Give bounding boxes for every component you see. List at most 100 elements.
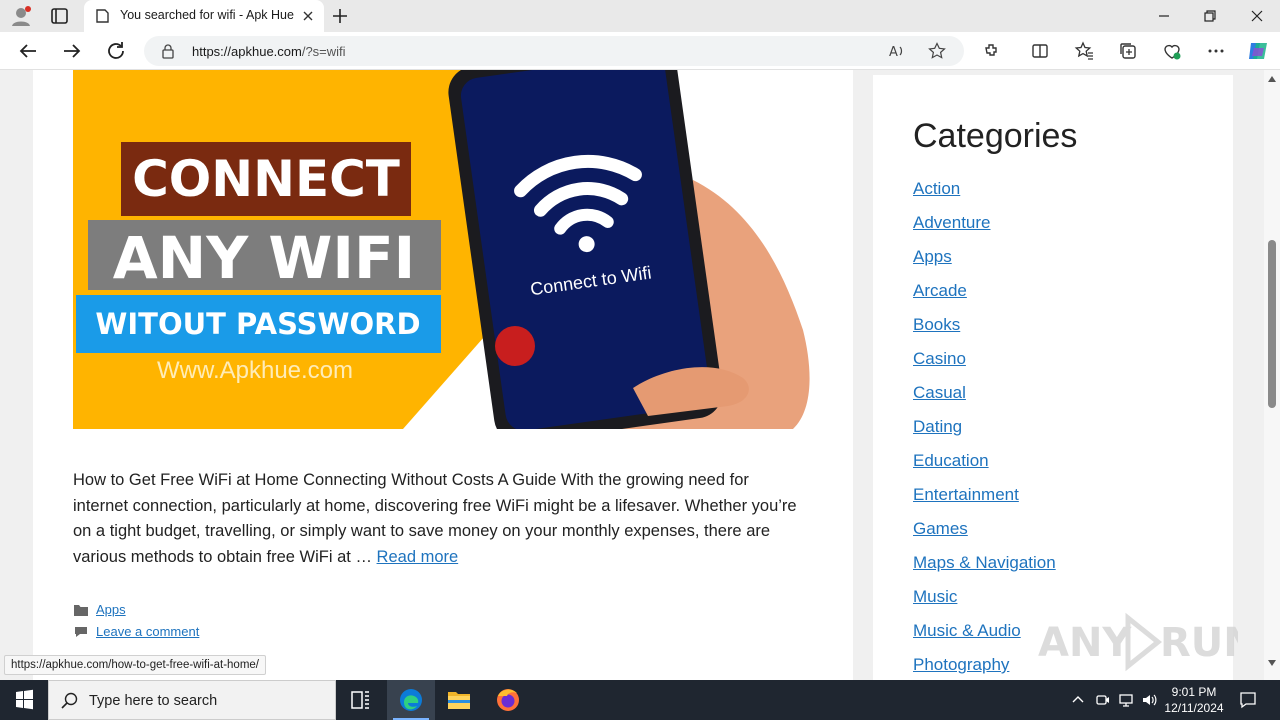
- edge-browser-icon: [400, 689, 422, 711]
- refresh-icon[interactable]: [104, 39, 128, 63]
- close-window-icon[interactable]: [1245, 4, 1269, 28]
- url-text: https://apkhue.com/?s=wifi: [192, 44, 346, 59]
- notifications-icon[interactable]: [1238, 690, 1258, 710]
- category-item: Adventure: [913, 213, 1056, 247]
- scroll-thumb[interactable]: [1268, 240, 1276, 408]
- url-field[interactable]: https://apkhue.com/?s=wifi A: [144, 36, 964, 66]
- profile-avatar-icon[interactable]: [10, 5, 32, 27]
- minimize-icon[interactable]: [1152, 4, 1176, 28]
- forward-arrow-icon[interactable]: [60, 39, 84, 63]
- category-item: Entertainment: [913, 485, 1056, 519]
- new-tab-icon[interactable]: [330, 6, 350, 26]
- taskbar-search-box[interactable]: Type here to search: [48, 680, 336, 720]
- clock-date: 12/11/2024: [1164, 701, 1224, 715]
- category-item: Education: [913, 451, 1056, 485]
- category-link-apps[interactable]: Apps: [913, 247, 952, 266]
- category-link-entertainment[interactable]: Entertainment: [913, 485, 1019, 504]
- copilot-icon[interactable]: [1246, 39, 1270, 63]
- windows-start-icon[interactable]: [0, 680, 48, 720]
- url-path: /?s=wifi: [301, 44, 346, 59]
- category-item: Maps & Navigation: [913, 553, 1056, 587]
- category-link-dating[interactable]: Dating: [913, 417, 962, 436]
- volume-icon[interactable]: [1141, 692, 1157, 708]
- active-tab[interactable]: You searched for wifi - Apk Hue: [84, 0, 324, 32]
- lock-icon[interactable]: [160, 43, 176, 59]
- category-link[interactable]: Apps: [96, 602, 126, 617]
- page-scrollbar[interactable]: [1264, 70, 1280, 680]
- extensions-icon[interactable]: [982, 41, 1002, 61]
- category-item: Casual: [913, 383, 1056, 417]
- scroll-up-arrow-icon[interactable]: [1268, 76, 1276, 82]
- svg-text:RUN: RUN: [1160, 620, 1238, 666]
- add-favorite-star-icon[interactable]: [928, 42, 946, 60]
- sidebar-categories-widget: Categories Action Adventure Apps Arcade …: [873, 75, 1233, 680]
- anyrun-watermark-logo: ANY RUN: [1038, 612, 1238, 672]
- edge-taskbar-button[interactable]: [387, 680, 435, 720]
- read-aloud-icon[interactable]: A: [888, 42, 906, 60]
- collections-icon[interactable]: [1118, 41, 1138, 61]
- back-arrow-icon[interactable]: [16, 39, 40, 63]
- folder-icon: [74, 605, 88, 616]
- restore-icon[interactable]: [1198, 4, 1222, 28]
- category-link-arcade[interactable]: Arcade: [913, 281, 967, 300]
- category-link-action[interactable]: Action: [913, 179, 960, 198]
- category-item: Music: [913, 587, 1056, 621]
- category-item: Music & Audio: [913, 621, 1056, 655]
- leave-comment-link[interactable]: Leave a comment: [96, 624, 199, 639]
- category-link-casual[interactable]: Casual: [913, 383, 966, 402]
- split-screen-icon[interactable]: [1030, 41, 1050, 61]
- link-status-tooltip: https://apkhue.com/how-to-get-free-wifi-…: [4, 655, 266, 675]
- firefox-icon[interactable]: [484, 680, 532, 720]
- system-clock[interactable]: 9:01 PM 12/11/2024: [1158, 684, 1230, 716]
- file-explorer-icon[interactable]: [435, 680, 483, 720]
- task-view-icon[interactable]: [336, 680, 384, 720]
- category-link-photography[interactable]: Photography: [913, 655, 1009, 674]
- category-item: Photography: [913, 655, 1056, 680]
- more-options-icon[interactable]: [1206, 41, 1226, 61]
- category-item: Action: [913, 179, 1056, 213]
- show-hidden-icons-chevron-icon[interactable]: [1070, 692, 1086, 708]
- category-link-games[interactable]: Games: [913, 519, 968, 538]
- category-link-adventure[interactable]: Adventure: [913, 213, 991, 232]
- close-tab-icon[interactable]: [300, 8, 316, 24]
- scroll-down-arrow-icon[interactable]: [1268, 660, 1276, 666]
- search-icon: [61, 692, 78, 709]
- browser-essentials-icon[interactable]: [1162, 41, 1182, 61]
- category-item: Apps: [913, 247, 1056, 281]
- read-more-link[interactable]: Read more: [377, 548, 459, 566]
- category-item: Arcade: [913, 281, 1056, 315]
- tab-actions-icon[interactable]: [48, 6, 72, 26]
- category-link-maps-navigation[interactable]: Maps & Navigation: [913, 553, 1056, 572]
- category-item: Games: [913, 519, 1056, 553]
- category-item: Casino: [913, 349, 1056, 383]
- windows-taskbar: Type here to search 9:01 PM 12/11/2024: [0, 680, 1280, 720]
- clock-time: 9:01 PM: [1171, 685, 1217, 699]
- meet-now-icon[interactable]: [1095, 692, 1111, 708]
- hero-line2: ANY WIFI: [113, 224, 415, 292]
- favorites-icon[interactable]: [1074, 41, 1094, 61]
- hero-site-watermark: Www.Apkhue.com: [157, 357, 353, 384]
- category-link-music-audio[interactable]: Music & Audio: [913, 621, 1021, 640]
- network-icon[interactable]: [1118, 692, 1134, 708]
- category-item: Dating: [913, 417, 1056, 451]
- search-result-article: Connect to Wifi CONNECT ANY WIFI WITOUT …: [33, 70, 853, 680]
- article-excerpt: How to Get Free WiFi at Home Connecting …: [73, 468, 803, 570]
- category-link-music[interactable]: Music: [913, 587, 957, 606]
- tab-title: You searched for wifi - Apk Hue: [120, 8, 294, 22]
- url-host: https://apkhue.com: [192, 44, 302, 59]
- categories-heading: Categories: [913, 117, 1078, 155]
- search-placeholder: Type here to search: [89, 693, 218, 709]
- tab-strip: You searched for wifi - Apk Hue: [0, 0, 1280, 32]
- category-item: Books: [913, 315, 1056, 349]
- category-link-casino[interactable]: Casino: [913, 349, 966, 368]
- category-link-books[interactable]: Books: [913, 315, 960, 334]
- page-viewport: Connect to Wifi CONNECT ANY WIFI WITOUT …: [0, 70, 1264, 680]
- featured-image[interactable]: Connect to Wifi CONNECT ANY WIFI WITOUT …: [73, 70, 813, 429]
- hero-line1: CONNECT: [132, 150, 400, 208]
- svg-text:A: A: [889, 45, 898, 60]
- comment-icon: [75, 627, 87, 637]
- page-favicon-icon: [96, 9, 109, 23]
- category-link-education[interactable]: Education: [913, 451, 989, 470]
- hero-line3: WITOUT PASSWORD: [95, 307, 420, 341]
- address-bar-row: https://apkhue.com/?s=wifi A: [0, 32, 1280, 70]
